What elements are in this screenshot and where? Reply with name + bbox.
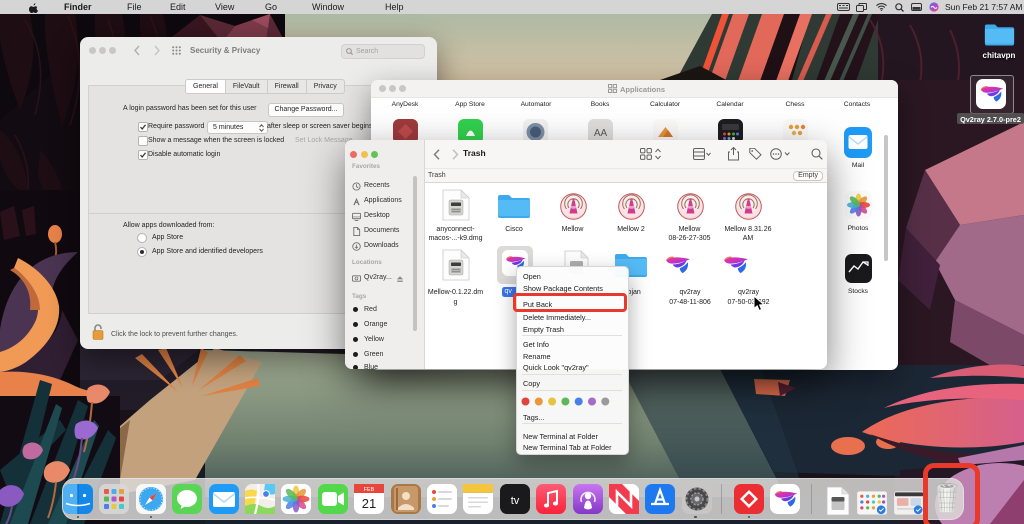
svg-text:21: 21	[362, 496, 376, 511]
svg-text:FEB: FEB	[364, 487, 375, 493]
svg-text:AA: AA	[594, 128, 608, 139]
svg-text:tv: tv	[511, 495, 520, 507]
